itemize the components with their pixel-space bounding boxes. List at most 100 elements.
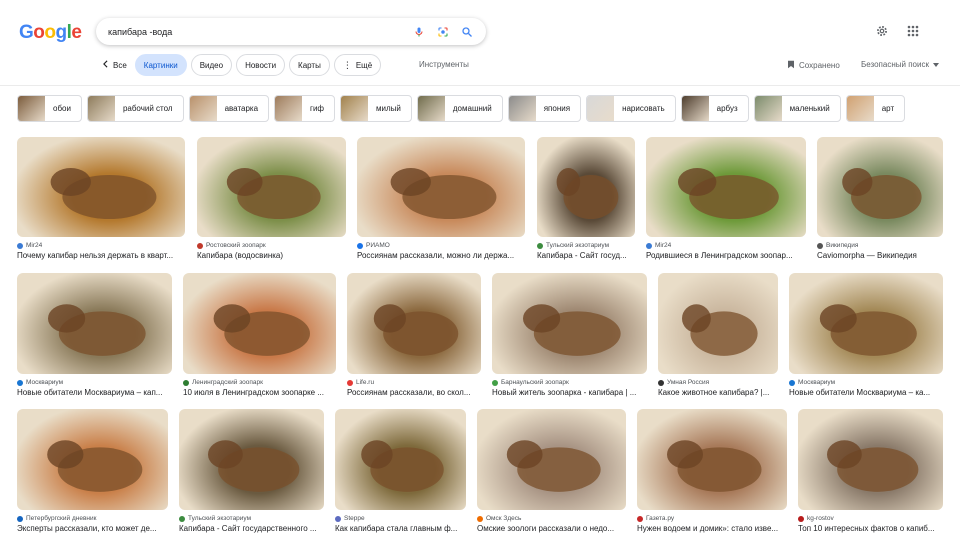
result-title[interactable]: Нужен водоем и домик»: стало изве... (637, 524, 787, 533)
result-source[interactable]: Википедия (817, 242, 943, 249)
image-result[interactable]: Москвариум Новые обитатели Москвариума – … (17, 273, 172, 397)
result-title[interactable]: Капибара - Сайт государственного ... (179, 524, 324, 533)
result-thumbnail[interactable] (17, 137, 185, 237)
result-thumbnail[interactable] (798, 409, 943, 510)
result-title[interactable]: Капибара (водосвинка) (197, 251, 346, 260)
result-source[interactable]: Тульский экзотариум (179, 515, 324, 522)
tools-button[interactable]: Инструменты (419, 60, 469, 69)
image-result[interactable]: Барнаульский зоопарк Новый житель зоопарк… (492, 273, 647, 397)
result-title[interactable]: Caviomorpha — Википедия (817, 251, 943, 260)
result-source[interactable]: Ленинградский зоопарк (183, 379, 336, 386)
result-source[interactable]: Петербургский дневник (17, 515, 168, 522)
saved-button[interactable]: Сохранено (787, 60, 840, 71)
result-title[interactable]: Почему капибар нельзя держать в кварт... (17, 251, 185, 260)
image-result[interactable]: Умная Россия Какое животное капибара? |..… (658, 273, 778, 397)
result-thumbnail[interactable] (477, 409, 626, 510)
related-chip[interactable]: арбуз (680, 95, 749, 122)
image-result[interactable]: Газета.ру Нужен водоем и домик»: стало из… (637, 409, 787, 533)
related-chip[interactable]: рабочий стол (86, 95, 184, 122)
result-title[interactable]: 10 июля в Ленинградском зоопарке ... (183, 388, 336, 397)
result-title[interactable]: Родившиеся в Ленинградском зоопар... (646, 251, 806, 260)
result-source[interactable]: Life.ru (347, 379, 481, 386)
image-result[interactable]: Mir24 Почему капибар нельзя держать в ква… (17, 137, 185, 260)
result-thumbnail[interactable] (183, 273, 336, 374)
image-result[interactable]: Steppe Как капибара стала главным ф... (335, 409, 466, 533)
result-source[interactable]: Барнаульский зоопарк (492, 379, 647, 386)
search-input[interactable]: капибара -вода (108, 27, 404, 37)
related-chip[interactable]: домашний (416, 95, 503, 122)
result-thumbnail[interactable] (817, 137, 943, 237)
result-thumbnail[interactable] (789, 273, 943, 374)
result-thumbnail[interactable] (17, 273, 172, 374)
related-chip[interactable]: япония (507, 95, 582, 122)
image-result[interactable]: Тульский экзотариум Капибара - Сайт госуд… (179, 409, 324, 533)
related-chip[interactable]: гиф (274, 95, 336, 122)
result-thumbnail[interactable] (197, 137, 346, 237)
result-title[interactable]: Какое животное капибара? |... (658, 388, 778, 397)
result-thumbnail[interactable] (347, 273, 481, 374)
image-result[interactable]: Life.ru Россиянам рассказали, во скол... (347, 273, 481, 397)
related-chip[interactable]: нарисовать (586, 95, 676, 122)
lens-icon[interactable] (434, 23, 452, 41)
result-source[interactable]: Тульский экзотариум (537, 242, 635, 249)
tab-images[interactable]: Картинки (134, 54, 187, 76)
image-result[interactable]: Википедия Caviomorpha — Википедия (817, 137, 943, 260)
result-source[interactable]: Омск Здесь (477, 515, 626, 522)
related-chip[interactable]: милый (340, 95, 412, 122)
image-result[interactable]: Mir24 Родившиеся в Ленинградском зоопар..… (646, 137, 806, 260)
result-thumbnail[interactable] (357, 137, 525, 237)
tab-maps[interactable]: Карты (289, 54, 330, 76)
related-chip[interactable]: арт (845, 95, 906, 122)
result-title[interactable]: Омские зоологи рассказали о недо... (477, 524, 626, 533)
related-chip[interactable]: обои (17, 95, 82, 122)
result-source[interactable]: РИАМО (357, 242, 525, 249)
tab-news[interactable]: Новости (236, 54, 286, 76)
result-thumbnail[interactable] (492, 273, 647, 374)
result-source[interactable]: Газета.ру (637, 515, 787, 522)
image-result[interactable]: Москвариум Новые обитатели Москвариума – … (789, 273, 943, 397)
result-source[interactable]: Умная Россия (658, 379, 778, 386)
result-title[interactable]: Россиянам рассказали, во скол... (347, 388, 481, 397)
tab-all[interactable]: Все (98, 54, 131, 76)
image-result[interactable]: kg-rostov Топ 10 интересных фактов о капи… (798, 409, 943, 533)
result-source[interactable]: kg-rostov (798, 515, 943, 522)
safesearch-button[interactable]: Безопасный поиск (861, 60, 939, 69)
result-thumbnail[interactable] (17, 409, 168, 510)
result-thumbnail[interactable] (658, 273, 778, 374)
result-source[interactable]: Москвариум (17, 379, 172, 386)
tab-video[interactable]: Видео (190, 54, 233, 76)
result-title[interactable]: Как капибара стала главным ф... (335, 524, 466, 533)
result-source[interactable]: Steppe (335, 515, 466, 522)
result-thumbnail[interactable] (646, 137, 806, 237)
image-result[interactable]: РИАМО Россиянам рассказали, можно ли держ… (357, 137, 525, 260)
result-thumbnail[interactable] (537, 137, 635, 237)
image-result[interactable]: Омск Здесь Омские зоологи рассказали о не… (477, 409, 626, 533)
image-result[interactable]: Ростовский зоопарк Капибара (водосвинка) (197, 137, 346, 260)
result-title[interactable]: Новые обитатели Москвариума – ка... (789, 388, 943, 397)
microphone-icon[interactable] (410, 23, 428, 41)
result-title[interactable]: Капибара - Сайт госуд... (537, 251, 635, 260)
image-result[interactable]: Тульский экзотариум Капибара - Сайт госуд… (537, 137, 635, 260)
result-source[interactable]: Ростовский зоопарк (197, 242, 346, 249)
result-title[interactable]: Новые обитатели Москвариума – кап... (17, 388, 172, 397)
result-thumbnail[interactable] (179, 409, 324, 510)
google-logo[interactable]: Google (19, 22, 82, 44)
related-chip[interactable]: маленький (753, 95, 841, 122)
result-thumbnail[interactable] (637, 409, 787, 510)
result-title[interactable]: Топ 10 интересных фактов о капиб... (798, 524, 943, 533)
result-source[interactable]: Mir24 (646, 242, 806, 249)
result-title[interactable]: Эксперты рассказали, кто может де... (17, 524, 168, 533)
tab-more[interactable]: ⋮ Ещё (333, 54, 382, 76)
search-box[interactable]: капибара -вода (96, 18, 486, 45)
apps-grid-icon[interactable] (906, 24, 920, 38)
image-result[interactable]: Петербургский дневник Эксперты рассказали… (17, 409, 168, 533)
image-result[interactable]: Ленинградский зоопарк 10 июля в Ленинград… (183, 273, 336, 397)
result-source[interactable]: Москвариум (789, 379, 943, 386)
search-icon[interactable] (458, 23, 476, 41)
related-chip[interactable]: аватарка (188, 95, 270, 122)
result-title[interactable]: Россиянам рассказали, можно ли держа... (357, 251, 525, 260)
result-title[interactable]: Новый житель зоопарка - капибара | ... (492, 388, 647, 397)
result-source[interactable]: Mir24 (17, 242, 185, 249)
gear-icon[interactable] (875, 24, 889, 38)
result-thumbnail[interactable] (335, 409, 466, 510)
